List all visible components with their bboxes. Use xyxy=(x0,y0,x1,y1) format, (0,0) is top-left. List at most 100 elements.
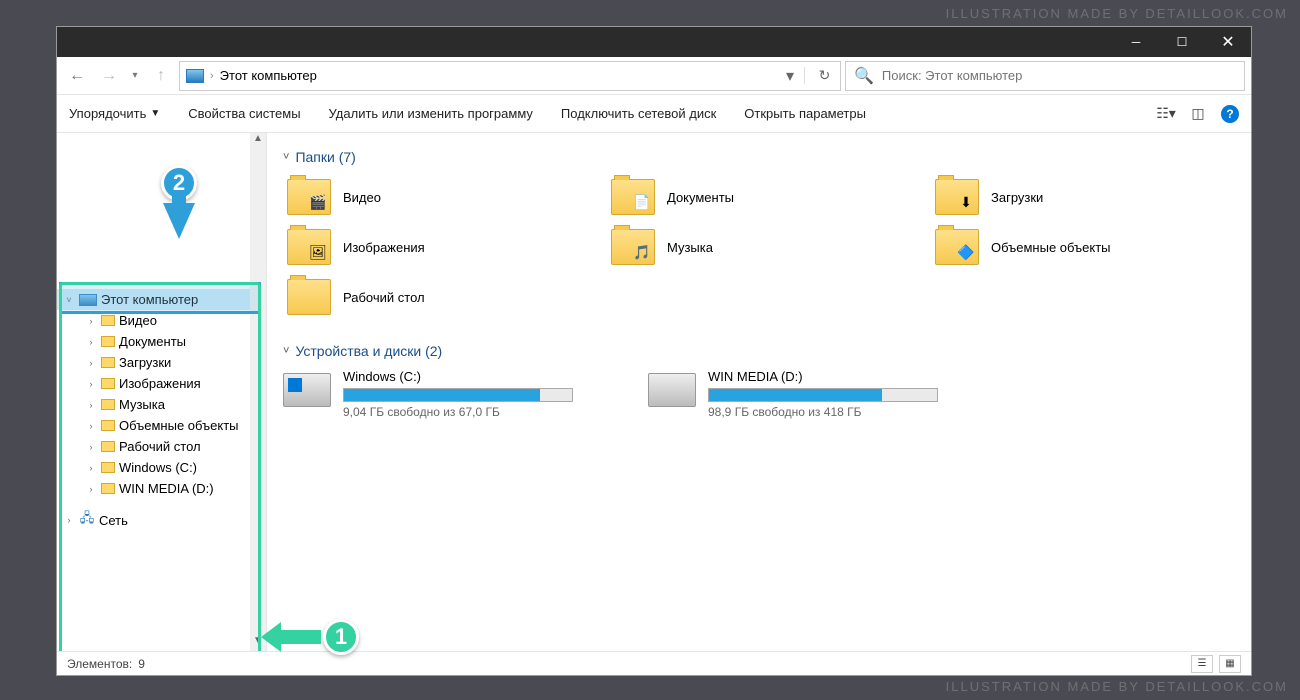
sidebar-item-this-pc[interactable]: ˅ Этот компьютер xyxy=(57,289,250,310)
uninstall-program-button[interactable]: Удалить или изменить программу xyxy=(329,106,533,121)
expand-icon[interactable]: › xyxy=(85,316,97,326)
status-items-label: Элементов: xyxy=(67,657,132,671)
address-text: Этот компьютер xyxy=(220,68,317,83)
preview-pane-button[interactable]: ◫ xyxy=(1189,105,1207,123)
sidebar-item-label: Документы xyxy=(119,334,186,349)
folder-label: Загрузки xyxy=(991,190,1043,205)
folder-icon: 🎵 xyxy=(611,229,655,265)
folder-overlay-icon: 🎵 xyxy=(632,242,652,262)
details-view-button[interactable]: ☰ xyxy=(1191,655,1213,673)
refresh-button[interactable]: ↻ xyxy=(804,67,834,84)
sidebar-item[interactable]: › Windows (C:) xyxy=(57,457,250,478)
folder-icon: 🎬 xyxy=(287,179,331,215)
drive-usage-bar xyxy=(708,388,938,402)
folder-icon xyxy=(101,357,115,368)
sidebar-item[interactable]: › Документы xyxy=(57,331,250,352)
sidebar-item[interactable]: › Видео xyxy=(57,310,250,331)
drive-name: Windows (C:) xyxy=(343,369,618,384)
folder-item[interactable]: 🖼 Изображения xyxy=(283,225,587,269)
folder-icon xyxy=(101,441,115,452)
tiles-view-button[interactable]: ▦ xyxy=(1219,655,1241,673)
expand-icon[interactable]: › xyxy=(85,463,97,473)
system-properties-button[interactable]: Свойства системы xyxy=(188,106,300,121)
sidebar-item-label: Windows (C:) xyxy=(119,460,197,475)
minimize-button[interactable]: ─ xyxy=(1113,27,1159,57)
folder-icon xyxy=(101,315,115,326)
folders-group-header[interactable]: ˅ Папки (7) xyxy=(283,149,1235,165)
help-button[interactable]: ? xyxy=(1221,105,1239,123)
view-options-button[interactable]: ☷▾ xyxy=(1157,105,1175,123)
drive-item[interactable]: Windows (C:)9,04 ГБ свободно из 67,0 ГБ xyxy=(283,369,618,419)
expand-icon[interactable]: › xyxy=(85,442,97,452)
up-button[interactable]: ↑ xyxy=(147,62,175,90)
pc-icon xyxy=(79,294,97,306)
organize-menu[interactable]: Упорядочить ▼ xyxy=(69,106,160,121)
address-dropdown[interactable]: ▾ xyxy=(786,66,794,86)
annotation-step-2: 2 xyxy=(161,165,197,239)
open-settings-button[interactable]: Открыть параметры xyxy=(744,106,866,121)
maximize-button[interactable]: ☐ xyxy=(1159,27,1205,57)
sidebar-item[interactable]: ›Загрузки xyxy=(57,352,250,373)
folder-overlay-icon xyxy=(308,292,328,312)
sidebar-item-label: Изображения xyxy=(119,376,201,391)
content-pane: ˅ Папки (7) 🎬 Видео 📄Документы ⬇ Загрузки 🖼 Из… xyxy=(267,133,1251,651)
folder-overlay-icon: ⬇ xyxy=(956,192,976,212)
search-input[interactable] xyxy=(882,68,1236,83)
folder-overlay-icon: 🖼 xyxy=(308,242,328,262)
sidebar-item-label: Видео xyxy=(119,313,157,328)
drive-name: WIN MEDIA (D:) xyxy=(708,369,983,384)
folder-item[interactable]: Рабочий стол xyxy=(283,275,587,319)
chevron-down-icon: ˅ xyxy=(283,151,289,163)
forward-button[interactable]: → xyxy=(95,62,123,90)
sidebar-item[interactable]: ›Музыка xyxy=(57,394,250,415)
folder-icon: 📄 xyxy=(611,179,655,215)
explorer-window: ─ ☐ ✕ ← → ▾ ↑ › Этот компьютер ▾ ↻ 🔍 Упо… xyxy=(56,26,1252,676)
status-items-count: 9 xyxy=(138,657,145,671)
folder-icon: ⬇ xyxy=(935,179,979,215)
search-box[interactable]: 🔍 xyxy=(845,61,1245,91)
network-icon: 🖧 xyxy=(79,512,95,528)
drive-icon xyxy=(283,373,331,407)
sidebar-scrollbar[interactable]: ▲ ▼ xyxy=(250,133,266,651)
expand-icon[interactable]: › xyxy=(85,421,97,431)
expand-icon[interactable]: ˅ xyxy=(63,295,75,305)
watermark-bottom: ILLUSTRATION MADE BY DETAILLOOK.COM xyxy=(946,679,1288,694)
folder-label: Видео xyxy=(343,190,381,205)
expand-icon[interactable]: › xyxy=(85,379,97,389)
folder-item[interactable]: 📄Документы xyxy=(607,175,911,219)
sidebar-item[interactable]: › WIN MEDIA (D:) xyxy=(57,478,250,499)
expand-icon[interactable]: › xyxy=(85,337,97,347)
sidebar-item-label: WIN MEDIA (D:) xyxy=(119,481,214,496)
folder-label: Рабочий стол xyxy=(343,290,425,305)
folder-label: Изображения xyxy=(343,240,425,255)
folder-item[interactable]: 🎵Музыка xyxy=(607,225,911,269)
back-button[interactable]: ← xyxy=(63,62,91,90)
expand-icon[interactable]: › xyxy=(63,515,75,525)
address-bar[interactable]: › Этот компьютер ▾ ↻ xyxy=(179,61,841,91)
sidebar-item-label: Объемные объекты xyxy=(119,418,239,433)
folder-icon: 🔷 xyxy=(935,229,979,265)
folder-item[interactable]: 🔷Объемные объекты xyxy=(931,225,1235,269)
expand-icon[interactable]: › xyxy=(85,400,97,410)
expand-icon[interactable]: › xyxy=(85,484,97,494)
map-network-drive-button[interactable]: Подключить сетевой диск xyxy=(561,106,716,121)
sidebar-item-label: Сеть xyxy=(99,513,128,528)
drives-group-header[interactable]: ˅ Устройства и диски (2) xyxy=(283,343,1235,359)
scroll-up-icon[interactable]: ▲ xyxy=(250,133,266,149)
watermark-top: ILLUSTRATION MADE BY DETAILLOOK.COM xyxy=(946,6,1288,21)
sidebar-item-label: Этот компьютер xyxy=(101,292,198,307)
folder-icon xyxy=(101,336,115,347)
folder-item[interactable]: 🎬 Видео xyxy=(283,175,587,219)
sidebar-item[interactable]: ›Рабочий стол xyxy=(57,436,250,457)
expand-icon[interactable]: › xyxy=(85,358,97,368)
folder-icon xyxy=(101,462,115,473)
folder-item[interactable]: ⬇ Загрузки xyxy=(931,175,1235,219)
sidebar-item[interactable]: › Изображения xyxy=(57,373,250,394)
folder-overlay-icon: 📄 xyxy=(632,192,652,212)
sidebar-item-network[interactable]: › 🖧 Сеть xyxy=(57,509,250,531)
drive-item[interactable]: WIN MEDIA (D:)98,9 ГБ свободно из 418 ГБ xyxy=(648,369,983,419)
sidebar-item[interactable]: › Объемные объекты xyxy=(57,415,250,436)
history-dropdown[interactable]: ▾ xyxy=(127,70,143,81)
folder-icon: 🖼 xyxy=(287,229,331,265)
close-button[interactable]: ✕ xyxy=(1205,27,1251,57)
